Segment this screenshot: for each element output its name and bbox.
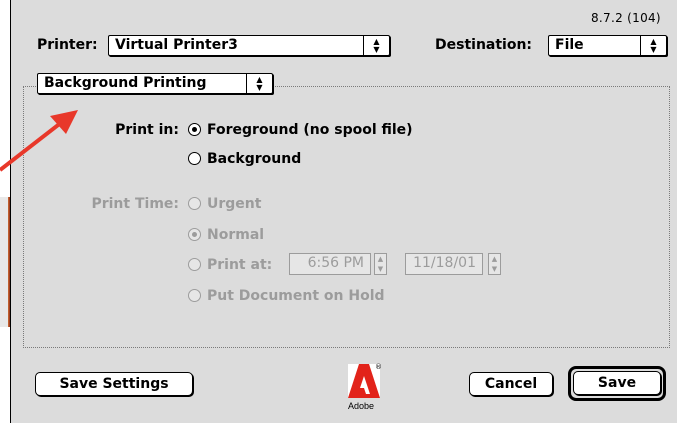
registered-mark: ® bbox=[375, 363, 382, 371]
destination-popup-value: File bbox=[555, 37, 584, 53]
radio-normal-label: Normal bbox=[207, 227, 265, 243]
radio-foreground[interactable]: Foreground (no spool file) bbox=[188, 122, 413, 140]
print-time-label: Print Time: bbox=[91, 196, 179, 212]
radio-print-at-label: Print at: bbox=[207, 257, 273, 273]
save-button[interactable]: Save bbox=[573, 371, 661, 395]
version-label: 8.7.2 (104) bbox=[591, 11, 661, 25]
radio-background[interactable]: Background bbox=[188, 151, 301, 169]
radio-background-label: Background bbox=[207, 151, 302, 167]
radio-print-at: Print at: bbox=[188, 257, 272, 275]
radio-urgent-label: Urgent bbox=[207, 196, 262, 212]
save-settings-button[interactable]: Save Settings bbox=[35, 372, 193, 396]
background-window-edge bbox=[0, 197, 10, 327]
adobe-wordmark: Adobe bbox=[348, 401, 375, 411]
radio-normal: Normal bbox=[188, 227, 264, 245]
radio-put-on-hold-label: Put Document on Hold bbox=[207, 288, 385, 304]
printer-popup[interactable]: Virtual Printer3 ▲ ▼ bbox=[108, 35, 390, 56]
radio-button-icon[interactable] bbox=[188, 152, 201, 165]
date-field: 11/18/01 bbox=[405, 253, 483, 275]
print-dialog: 8.7.2 (104) Printer: Virtual Printer3 ▲ ▼… bbox=[10, 0, 677, 423]
destination-popup[interactable]: File ▲ ▼ bbox=[548, 35, 667, 56]
printer-popup-value: Virtual Printer3 bbox=[115, 37, 238, 53]
date-stepper-icon: ▲ ▼ bbox=[488, 253, 501, 275]
time-stepper-icon: ▲ ▼ bbox=[374, 253, 387, 275]
radio-button-icon bbox=[188, 289, 201, 302]
up-down-arrows-icon: ▲ ▼ bbox=[246, 74, 272, 93]
radio-button-icon bbox=[188, 197, 201, 210]
red-arrow-icon bbox=[0, 110, 78, 172]
radio-foreground-label: Foreground (no spool file) bbox=[207, 122, 413, 138]
radio-button-selected-icon bbox=[188, 228, 201, 241]
radio-put-on-hold: Put Document on Hold bbox=[188, 288, 385, 306]
radio-button-selected-icon[interactable] bbox=[188, 123, 201, 136]
panel-popup-value: Background Printing bbox=[44, 75, 207, 91]
cancel-button[interactable]: Cancel bbox=[469, 372, 553, 396]
time-field: 6:56 PM bbox=[289, 253, 371, 275]
destination-label: Destination: bbox=[435, 37, 533, 53]
up-down-arrows-icon: ▲ ▼ bbox=[640, 36, 666, 55]
radio-urgent: Urgent bbox=[188, 196, 261, 214]
print-in-label: Print in: bbox=[115, 122, 179, 138]
radio-button-icon bbox=[188, 258, 201, 271]
panel-popup[interactable]: Background Printing ▲ ▼ bbox=[37, 73, 273, 94]
printer-label: Printer: bbox=[37, 37, 98, 53]
up-down-arrows-icon: ▲ ▼ bbox=[363, 36, 389, 55]
